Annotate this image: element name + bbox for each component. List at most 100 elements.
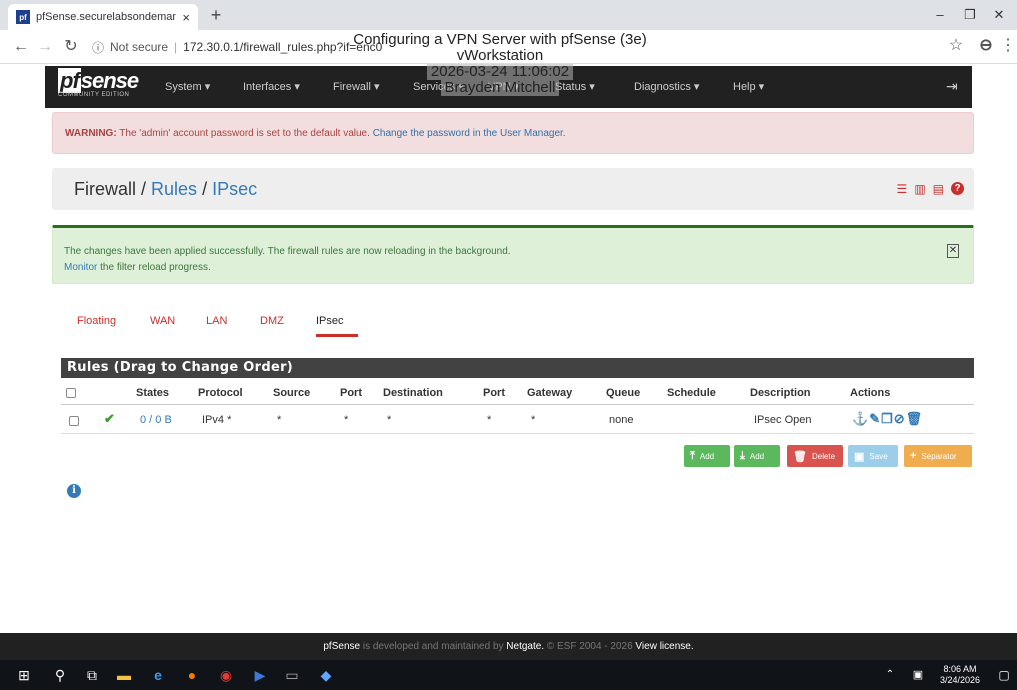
save-label: Save (869, 451, 888, 461)
cell-states[interactable]: 0 / 0 B (140, 414, 172, 426)
default-password-warning: WARNING: The 'admin' account password is… (52, 112, 974, 154)
nav-interfaces[interactable]: Interfaces ▾ (243, 80, 300, 93)
close-tab-icon[interactable]: × (182, 10, 190, 25)
tab-floating[interactable]: Floating (77, 315, 116, 327)
list-icon[interactable]: ▤ (933, 182, 944, 196)
arrow-up-icon: ⤒ (690, 449, 695, 462)
maximize-button[interactable]: ❐ (955, 5, 985, 25)
windows-start-icon[interactable]: ⊞ (14, 665, 34, 685)
profile-icon[interactable]: ⊖ (975, 35, 997, 57)
trash-icon: 🗑 (793, 450, 807, 463)
cell-description: IPsec Open (754, 414, 812, 426)
cell-dest-port: * (487, 414, 492, 426)
browser-tab[interactable]: pf pfSense.securelabsondemand.co × (8, 4, 198, 30)
nav-services[interactable]: Services ▾ (413, 80, 464, 93)
success-message: The changes have been applied successful… (64, 246, 511, 257)
breadcrumb-rules[interactable]: Rules (151, 179, 197, 199)
nav-diagnostics[interactable]: Diagnostics ▾ (634, 80, 699, 93)
taskbar-clock[interactable]: 8:06 AM 3/24/2026 (935, 664, 985, 686)
logout-icon[interactable]: ⇥ (946, 78, 958, 95)
powershell-icon[interactable]: ▶ (250, 665, 270, 685)
sliders-icon[interactable]: ☰ (897, 182, 908, 196)
minimize-button[interactable]: – (925, 5, 955, 25)
close-window-button[interactable]: ✕ (984, 5, 1014, 25)
col-destination: Destination (383, 387, 443, 399)
tray-chevron-icon[interactable]: ⌃ (880, 665, 900, 685)
url-field[interactable]: ⓘ Not secure | 172.30.0.1/firewall_rules… (92, 34, 972, 60)
nav-firewall[interactable]: Firewall ▾ (333, 80, 379, 93)
chrome-icon[interactable]: ◉ (216, 665, 236, 685)
cell-protocol: IPv4 * (202, 414, 232, 426)
success-monitor-text: the filter reload progress. (97, 262, 211, 273)
tab-title: pfSense.securelabsondemand.co (36, 11, 177, 23)
page-footer: pfSense is developed and maintained by N… (0, 633, 1017, 660)
url-text: 172.30.0.1/firewall_rules.php?if=enc0 (183, 40, 383, 54)
add-top-button[interactable]: ⤒ Add (684, 445, 730, 467)
netgate-link[interactable]: Netgate. (506, 641, 544, 652)
not-secure-label: Not secure (110, 40, 169, 54)
separator-button[interactable]: + Separator (904, 445, 972, 467)
footer-brand: pfSense (323, 641, 361, 652)
view-license-link[interactable]: View license. (635, 641, 693, 652)
active-tab-underline (316, 334, 358, 337)
col-queue: Queue (606, 387, 641, 399)
new-tab-button[interactable]: + (204, 4, 228, 26)
nav-status[interactable]: Status ▾ (555, 80, 595, 93)
pfsense-favicon-icon: pf (16, 10, 30, 24)
delete-button[interactable]: 🗑 Delete (787, 445, 843, 467)
breadcrumb-firewall: Firewall (74, 179, 137, 199)
floppy-icon: ▣ (854, 450, 865, 463)
firefox-icon[interactable]: ● (182, 665, 202, 685)
search-icon[interactable]: ⚲ (50, 665, 70, 685)
nav-vpn[interactable]: VPN ▾ (488, 80, 519, 93)
breadcrumb-sep-1: / (136, 179, 152, 199)
copy-icon[interactable]: ❐ (881, 411, 894, 426)
chart-icon[interactable]: ▥ (914, 182, 925, 196)
breadcrumb-ipsec[interactable]: IPsec (212, 179, 257, 199)
nav-help[interactable]: Help ▾ (733, 80, 764, 93)
row-actions: ⚓✎❐⊘🗑 (852, 411, 923, 427)
header-divider (61, 404, 974, 405)
network-icon[interactable]: ▣ (908, 665, 928, 685)
trash-icon[interactable]: 🗑 (906, 411, 924, 426)
tab-wan[interactable]: WAN (150, 315, 175, 327)
col-description: Description (750, 387, 811, 399)
close-alert-icon[interactable]: ✕ (947, 244, 959, 258)
row-checkbox[interactable] (69, 416, 79, 426)
tab-ipsec[interactable]: IPsec (316, 315, 344, 327)
task-view-icon[interactable]: ⧉ (82, 665, 102, 685)
edge-icon[interactable]: e (148, 665, 168, 685)
cell-source: * (277, 414, 282, 426)
app-icon[interactable]: ◆ (316, 665, 336, 685)
notification-icon[interactable]: ▢ (994, 665, 1014, 685)
arrow-down-icon: ⤓ (740, 449, 745, 462)
bookmark-star-icon[interactable]: ☆ (945, 35, 967, 57)
file-explorer-icon[interactable]: ▬ (114, 665, 134, 685)
reload-icon[interactable]: ↻ (60, 36, 82, 58)
separator-label: Separator (921, 451, 957, 461)
terminal-icon[interactable]: ▭ (282, 665, 302, 685)
add-bottom-button[interactable]: ⤓ Add (734, 445, 780, 467)
monitor-link[interactable]: Monitor (64, 262, 97, 273)
rules-panel-title: Rules (Drag to Change Order) (61, 358, 974, 378)
warning-label: WARNING: (65, 128, 117, 139)
col-actions: Actions (850, 387, 891, 399)
tab-dmz[interactable]: DMZ (260, 315, 284, 327)
disable-icon[interactable]: ⊘ (894, 411, 906, 426)
success-alert: The changes have been applied successful… (52, 225, 974, 284)
menu-kebab-icon[interactable]: ⋮ (1000, 35, 1016, 57)
change-password-link[interactable]: Change the password in the User Manager. (373, 128, 566, 139)
select-all-checkbox[interactable] (66, 388, 76, 398)
save-button[interactable]: ▣ Save (848, 445, 898, 467)
forward-arrow-icon[interactable]: → (34, 36, 56, 58)
info-icon[interactable]: i (67, 484, 81, 498)
anchor-icon[interactable]: ⚓ (852, 411, 869, 426)
pencil-icon[interactable]: ✎ (869, 411, 881, 426)
add-bottom-label: Add (749, 451, 765, 461)
tab-lan[interactable]: LAN (206, 315, 227, 327)
back-arrow-icon[interactable]: ← (10, 36, 32, 58)
help-icon[interactable]: ? (951, 182, 964, 195)
col-gateway: Gateway (527, 387, 573, 399)
nav-system[interactable]: System ▾ (165, 80, 210, 93)
pfsense-logo[interactable]: pfsense COMMUNITY EDITION (58, 68, 148, 106)
